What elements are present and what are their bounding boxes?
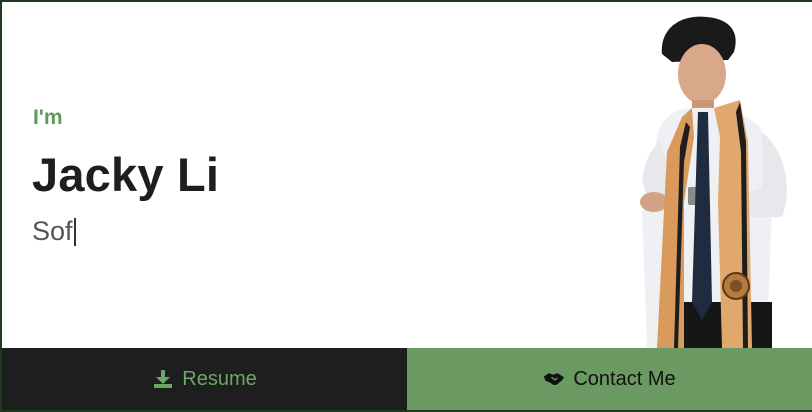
typing-caret (73, 217, 76, 246)
contact-label: Contact Me (573, 367, 676, 390)
resume-button[interactable]: Resume (2, 348, 407, 410)
profile-photo (640, 16, 787, 348)
typed-text: Sof (32, 216, 73, 246)
typed-role-text: Sof (32, 216, 76, 247)
resume-label: Resume (182, 367, 257, 390)
contact-button[interactable]: Contact Me (407, 348, 812, 410)
hero-name: Jacky Li (32, 148, 220, 201)
download-icon (152, 368, 174, 390)
handshake-icon (543, 368, 565, 390)
action-bar: Resume Contact Me (2, 348, 812, 410)
intro-text: I'm (33, 106, 63, 129)
